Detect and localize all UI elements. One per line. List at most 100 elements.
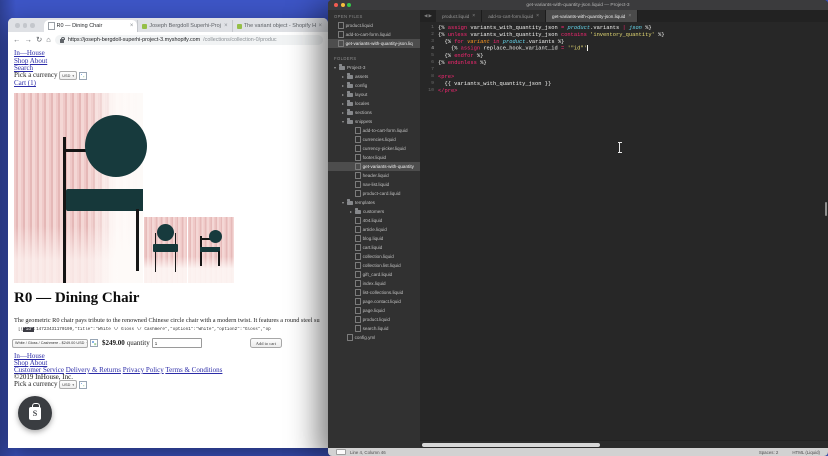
- tree-item[interactable]: product-card.liquid: [328, 189, 420, 198]
- tree-item[interactable]: ▸config: [328, 81, 420, 90]
- web-page: In—House Shop About Search Pick a curren…: [8, 47, 328, 448]
- broken-image-icon: [79, 72, 87, 80]
- tree-item[interactable]: article.liquid: [328, 225, 420, 234]
- code-text[interactable]: {% assign variants_with_quantity_json = …: [438, 25, 652, 31]
- code-text[interactable]: {% endfor %}: [438, 53, 483, 59]
- tree-item[interactable]: nav-list.liquid: [328, 180, 420, 189]
- editor-tab[interactable]: add-to-cart-form.liquid×: [482, 10, 546, 22]
- cart-link[interactable]: Cart (1): [14, 79, 36, 87]
- tree-item[interactable]: currencies.liquid: [328, 135, 420, 144]
- close-window-icon[interactable]: [15, 23, 20, 28]
- tree-item[interactable]: ▾Project-3: [328, 63, 420, 72]
- scrollbar-thumb[interactable]: [422, 443, 600, 447]
- shopify-badge[interactable]: S: [18, 396, 52, 430]
- product-image-main[interactable]: [14, 93, 143, 283]
- tree-item[interactable]: gift_card.liquid: [328, 270, 420, 279]
- close-tab-icon[interactable]: ×: [536, 13, 539, 19]
- terms-conditions-link[interactable]: Terms & Conditions: [165, 366, 222, 374]
- footer-currency-select[interactable]: USD▾: [59, 380, 77, 389]
- editor-tab[interactable]: get-variants-with-quantity-json.liquid×: [546, 10, 638, 22]
- home-link[interactable]: In—House: [14, 49, 45, 57]
- address-bar[interactable]: https://joseph-bergdoll-superhi-project-…: [55, 35, 323, 45]
- minimize-window-icon[interactable]: [341, 3, 345, 7]
- browser-tab[interactable]: R0 — Dining Chair×: [44, 20, 137, 32]
- tree-item[interactable]: ▾templates: [328, 198, 420, 207]
- tab-scroll-arrows[interactable]: ◀▶: [420, 10, 436, 22]
- open-file-item[interactable]: add-to-cart-form.liquid: [328, 30, 420, 39]
- tree-item[interactable]: 404.liquid: [328, 216, 420, 225]
- open-file-item[interactable]: product.liquid: [328, 21, 420, 30]
- code-text[interactable]: {% assign replace_hook_variant_id = '"id…: [438, 45, 588, 52]
- tree-item[interactable]: ▾snippets: [328, 117, 420, 126]
- cart-row: Cart (1): [14, 79, 36, 87]
- vertical-scrollbar-thumb[interactable]: [825, 202, 828, 216]
- tree-item[interactable]: blog.liquid: [328, 234, 420, 243]
- tree-item[interactable]: ▸customers: [328, 207, 420, 216]
- code-text[interactable]: {% endunless %}: [438, 60, 487, 66]
- minimize-window-icon[interactable]: [23, 23, 28, 28]
- home-icon[interactable]: ⌂: [46, 36, 51, 44]
- tree-item[interactable]: ▸layout: [328, 90, 420, 99]
- tree-item[interactable]: page.contact.liquid: [328, 297, 420, 306]
- tree-item[interactable]: footer.liquid: [328, 153, 420, 162]
- code-text[interactable]: {% unless variants_with_quantity_json co…: [438, 32, 665, 38]
- reload-icon[interactable]: ↻: [36, 36, 42, 44]
- code-text[interactable]: {% for variant in product.variants %}: [438, 39, 564, 45]
- indentation-setting[interactable]: Spaces: 2: [759, 450, 779, 455]
- close-tab-icon[interactable]: ×: [318, 23, 322, 29]
- tree-item[interactable]: collection.list.liquid: [328, 261, 420, 270]
- code-text[interactable]: {{ variants_with_quantity_json }}: [438, 81, 551, 87]
- window-controls[interactable]: [334, 3, 351, 7]
- product-thumbnail-front[interactable]: [144, 217, 187, 283]
- file-icon: [355, 316, 361, 323]
- tree-item[interactable]: collection.liquid: [328, 252, 420, 261]
- code-area[interactable]: 1{% assign variants_with_quantity_json =…: [420, 22, 828, 448]
- tree-item[interactable]: cart.liquid: [328, 243, 420, 252]
- tree-item[interactable]: list-collections.liquid: [328, 288, 420, 297]
- tree-item[interactable]: get-variants-with-quantity: [328, 162, 420, 171]
- layout-icon[interactable]: [336, 449, 346, 456]
- tree-item[interactable]: header.liquid: [328, 171, 420, 180]
- open-file-item[interactable]: get-variants-with-quantity-json.liq: [328, 39, 420, 48]
- file-icon: [355, 145, 361, 152]
- file-icon: [355, 280, 361, 287]
- tree-item[interactable]: page.liquid: [328, 306, 420, 315]
- quantity-label: quantity: [127, 339, 150, 347]
- browser-tab[interactable]: Joseph Bergdoll Superhi-Proj×: [137, 20, 231, 32]
- tree-item[interactable]: ▸locales: [328, 99, 420, 108]
- close-tab-icon[interactable]: ×: [130, 23, 134, 29]
- tree-item[interactable]: product.liquid: [328, 315, 420, 324]
- horizontal-scrollbar[interactable]: [420, 440, 828, 448]
- close-tab-icon[interactable]: ×: [224, 23, 228, 29]
- close-tab-icon[interactable]: ×: [628, 13, 631, 19]
- variant-select[interactable]: White / Gloss / Cashmere - $249.00 USD▾: [12, 339, 88, 348]
- currency-select[interactable]: USD▾: [59, 71, 77, 80]
- close-tab-icon[interactable]: ×: [472, 13, 475, 19]
- product-thumbnail-side[interactable]: [188, 217, 234, 283]
- tab-title: R0 — Dining Chair: [57, 23, 128, 29]
- tree-item[interactable]: index.liquid: [328, 279, 420, 288]
- close-window-icon[interactable]: [334, 3, 338, 7]
- tree-item[interactable]: ▸assets: [328, 72, 420, 81]
- zoom-window-icon[interactable]: [30, 23, 35, 28]
- zoom-window-icon[interactable]: [347, 3, 351, 7]
- product-description: The geometric R0 chair pays tribute to t…: [14, 317, 327, 324]
- syntax-setting[interactable]: HTML (Liquid): [792, 450, 820, 455]
- tree-item[interactable]: add-to-cart-form.liquid: [328, 126, 420, 135]
- code-text[interactable]: <pre>: [438, 74, 454, 80]
- browser-tab[interactable]: The variant object - Shopify H×: [232, 20, 326, 32]
- forward-icon[interactable]: →: [25, 36, 33, 44]
- quantity-input[interactable]: [152, 338, 202, 348]
- tree-item[interactable]: search.liquid: [328, 324, 420, 333]
- add-to-cart-button[interactable]: Add to cart: [250, 338, 282, 349]
- tree-item[interactable]: ▸sections: [328, 108, 420, 117]
- back-icon[interactable]: ←: [13, 36, 21, 44]
- privacy-policy-link[interactable]: Privacy Policy: [123, 366, 164, 374]
- tree-item[interactable]: config.yml: [328, 333, 420, 342]
- code-text[interactable]: </pre>: [438, 88, 457, 94]
- editor-tab[interactable]: product.liquid×: [436, 10, 482, 22]
- item-label: sections: [355, 110, 372, 115]
- window-controls[interactable]: [15, 23, 35, 28]
- tree-item[interactable]: currency-picker.liquid: [328, 144, 420, 153]
- delivery-returns-link[interactable]: Delivery & Returns: [66, 366, 121, 374]
